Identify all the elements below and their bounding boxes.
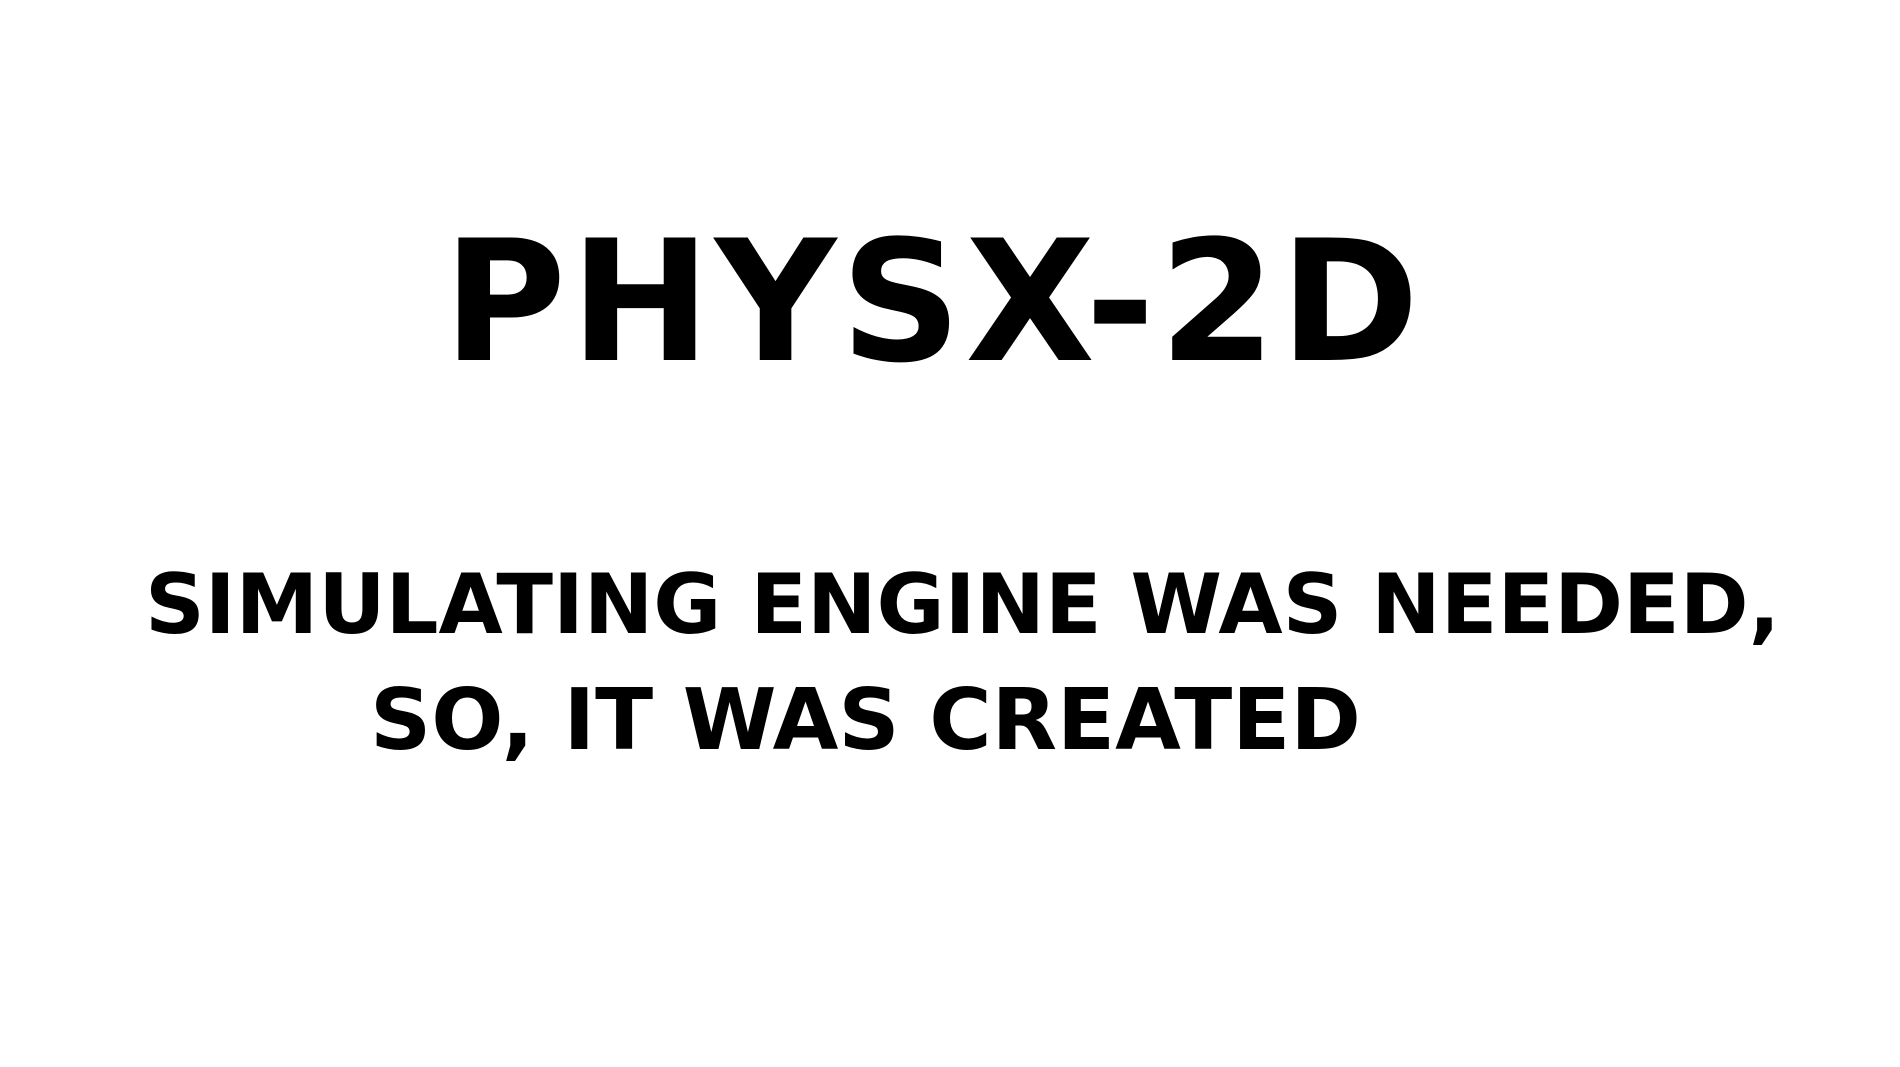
caption-line-1: SIMULATING ENGINE WAS NEEDED, — [145, 556, 1781, 653]
slide: PHYSX-2D SIMULATING ENGINE WAS NEEDED, S… — [0, 0, 1900, 1067]
slide-title: PHYSX-2D — [443, 204, 1424, 400]
caption-line-2: SO, IT WAS CREATED — [370, 671, 1361, 770]
